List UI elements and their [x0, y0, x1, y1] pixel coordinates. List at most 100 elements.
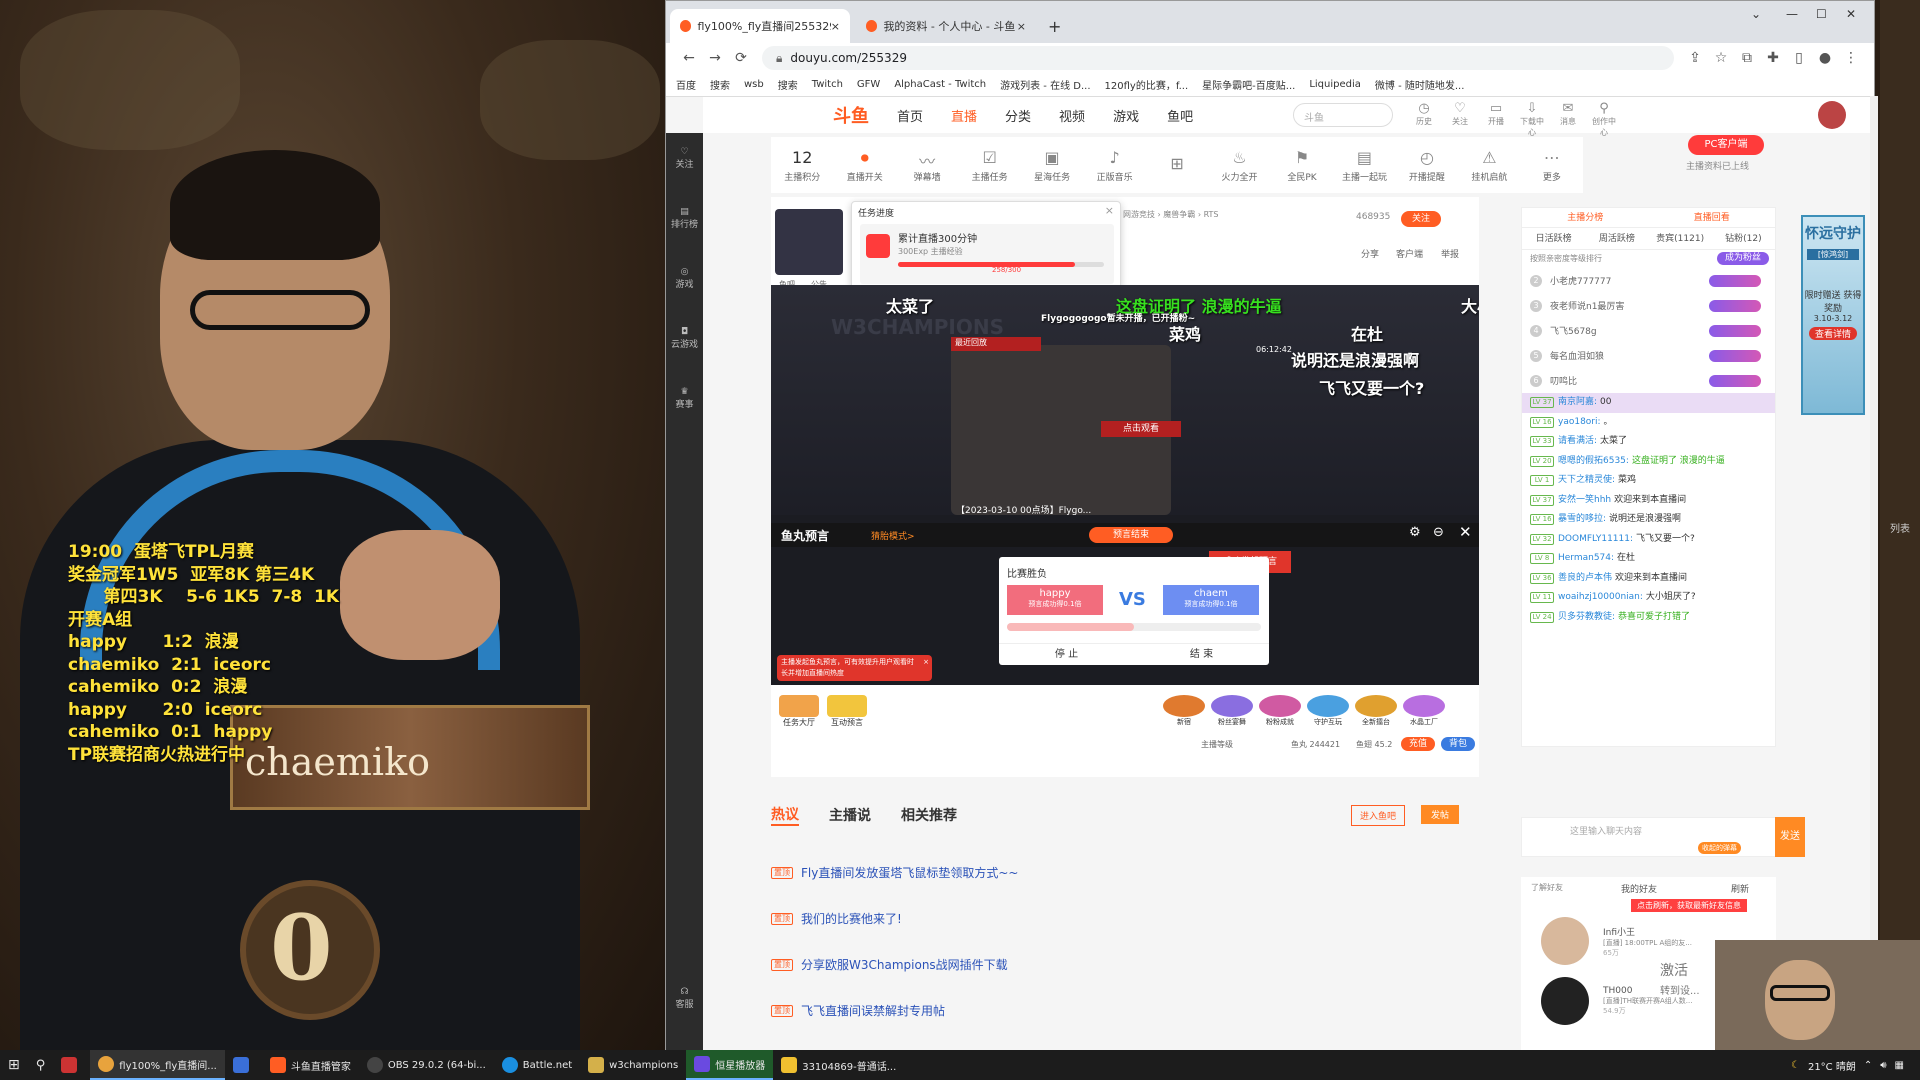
tab-profile[interactable]: 我的资料 - 个人中心 - 斗鱼 ×: [856, 9, 1036, 43]
ad-banner[interactable]: 怀远守护 [惊鸿剑] 限时赠送 获得奖励 3.10-3.12 查看详情: [1801, 215, 1865, 415]
bookmark-item[interactable]: 120fly的比赛，f...: [1105, 77, 1189, 92]
gift-item[interactable]: 守护互玩: [1307, 695, 1349, 727]
network-icon[interactable]: ▦: [1895, 1060, 1904, 1071]
reload-icon[interactable]: ⟳: [728, 50, 754, 66]
nav-category[interactable]: 分类: [1005, 106, 1031, 125]
chat-line[interactable]: LV 20 嗯嗯的假拓6535: 这盘证明了 浪漫的牛逼: [1522, 452, 1775, 472]
close-icon[interactable]: ✕: [1459, 523, 1472, 541]
interactive-predict[interactable]: 互动预言: [827, 695, 867, 728]
star-task[interactable]: ▣ 星海任务: [1021, 148, 1083, 183]
chat-line[interactable]: LV 8 Herman574: 在杜: [1522, 549, 1775, 569]
more-icon[interactable]: ⊖: [1433, 525, 1444, 540]
volume-icon[interactable]: 🔊︎: [1880, 1060, 1886, 1071]
tab-vip[interactable]: 贵宾(1121): [1649, 228, 1712, 249]
settings-icon[interactable]: ⚙: [1409, 525, 1421, 540]
remind[interactable]: ◴ 开播提醒: [1396, 148, 1458, 183]
more[interactable]: ⋯ 更多: [1521, 148, 1583, 183]
recent-replay[interactable]: 最近回放: [951, 337, 1041, 351]
pinned-app-icon[interactable]: [225, 1050, 262, 1080]
rank-row[interactable]: 6 叨鸣比: [1522, 368, 1775, 393]
post-item[interactable]: 置顶 Fly直播间发放蛋塔飞鼠标垫领取方式~~: [771, 864, 1018, 881]
broadcast-icon[interactable]: ▭ 开播: [1483, 101, 1509, 138]
nav-home[interactable]: 首页: [897, 106, 923, 125]
search-icon[interactable]: ⚲: [28, 1050, 54, 1080]
client-link[interactable]: 客户端: [1396, 247, 1423, 260]
bookmark-item[interactable]: 游戏列表 - 在线 D...: [1000, 77, 1090, 92]
start-button[interactable]: ⊞: [0, 1050, 28, 1080]
tab-close-icon[interactable]: ×: [831, 20, 840, 33]
nav-yuba[interactable]: 鱼吧: [1167, 106, 1193, 125]
pk[interactable]: ⚑ 全民PK: [1271, 148, 1333, 183]
sidebar-item-cloudgame[interactable]: ◘ 云游戏: [666, 313, 703, 373]
predict-stop-button[interactable]: 停 止: [999, 644, 1134, 665]
extension-icon[interactable]: ⧉: [1734, 50, 1760, 66]
rank-row[interactable]: 2 小老虎777777: [1522, 268, 1775, 293]
taskbar-battlenet[interactable]: Battle.net: [494, 1050, 580, 1080]
tab-close-icon[interactable]: ×: [1017, 20, 1026, 33]
page-scrollbar[interactable]: [1870, 96, 1878, 1050]
bookmark-item[interactable]: Twitch: [812, 79, 843, 90]
predict-option-chaem[interactable]: chaem 预言成功得0.1倍: [1163, 585, 1259, 615]
sidebar-item-event[interactable]: ♛ 赛事: [666, 373, 703, 433]
bag-button[interactable]: 背包: [1441, 737, 1475, 751]
post-button[interactable]: 发帖: [1421, 805, 1460, 824]
bookmark-item[interactable]: AlphaCast - Twitch: [894, 79, 986, 90]
download-icon[interactable]: ⇩ 下载中心: [1519, 101, 1545, 138]
popover-close-icon[interactable]: ×: [1105, 204, 1114, 217]
bookmark-item[interactable]: 百度: [676, 77, 696, 92]
menu-icon[interactable]: ⋮: [1838, 50, 1864, 66]
rank-row[interactable]: 5 每名血泪如狼: [1522, 343, 1775, 368]
bookmark-item[interactable]: wsb: [744, 79, 764, 90]
post-item[interactable]: 置顶 我们的比赛他来了!: [771, 910, 902, 927]
chat-line[interactable]: LV 16 yao18ori:。: [1522, 413, 1775, 433]
become-fan-button[interactable]: 成为粉丝: [1717, 252, 1769, 265]
chat-line[interactable]: LV 24 贝多芬教教徒: 恭喜可爱子打错了: [1522, 608, 1775, 628]
refresh-button[interactable]: 刷新: [1731, 882, 1749, 895]
taskbar-player[interactable]: 恒星播放器: [686, 1050, 774, 1080]
chat-line[interactable]: LV 37 安然一笑hhh 欢迎来到本直播间: [1522, 491, 1775, 511]
taskbar-douyu[interactable]: 斗鱼直播管家: [262, 1050, 359, 1080]
sidebar-item-game[interactable]: ◎ 游戏: [666, 253, 703, 313]
chat-line[interactable]: LV 32 DOOMFLY11111: 飞飞又要一个?: [1522, 530, 1775, 550]
chat-line[interactable]: LV 36 善良的卢本伟 欢迎来到本直播间: [1522, 569, 1775, 589]
bookmark-item[interactable]: Liquipedia: [1309, 79, 1361, 90]
tab-daily[interactable]: 日活跃榜: [1522, 228, 1585, 249]
tab-search-icon[interactable]: ⌄: [1751, 7, 1761, 21]
douyu-logo[interactable]: 斗鱼: [833, 102, 869, 128]
message-icon[interactable]: ✉ 消息: [1555, 101, 1581, 138]
chat-line[interactable]: LV 11 woaihzj10000nian: 大小姐厌了?: [1522, 588, 1775, 608]
chat-input[interactable]: 这里输入聊天内容 收起的弹幕: [1521, 817, 1776, 857]
predict-finish-button[interactable]: 结 束: [1134, 644, 1269, 665]
gift-item[interactable]: 粉粉成就: [1259, 695, 1301, 727]
follow-icon[interactable]: ♡ 关注: [1447, 101, 1473, 138]
tab-diamond[interactable]: 钻粉(12): [1712, 228, 1775, 249]
tab-hot[interactable]: 热议: [771, 804, 799, 826]
taskbar-w3champions[interactable]: w3champions: [580, 1050, 686, 1080]
site-search-input[interactable]: 斗鱼: [1293, 103, 1393, 127]
fan-tag[interactable]: 收起的弹幕: [1698, 842, 1741, 854]
anchor-avatar[interactable]: [775, 209, 843, 275]
tab-anchor-say[interactable]: 主播说: [829, 805, 871, 825]
tab-related[interactable]: 相关推荐: [901, 805, 957, 825]
chat-line[interactable]: LV 1 天下之精灵使: 菜鸡: [1522, 471, 1775, 491]
tray-icon[interactable]: ⌃: [1864, 1060, 1872, 1071]
bookmark-item[interactable]: 搜索: [710, 77, 730, 92]
tab-rank[interactable]: 主播分榜: [1522, 208, 1649, 227]
history-icon[interactable]: ◷ 历史: [1411, 101, 1437, 138]
nav-video[interactable]: 视频: [1059, 106, 1085, 125]
anchor-task[interactable]: ☑ 主播任务: [958, 148, 1020, 183]
weather-text[interactable]: 21°C 晴朗: [1808, 1058, 1856, 1073]
user-avatar[interactable]: [1818, 101, 1846, 129]
sidebar-item-follow[interactable]: ♡ 关注: [666, 133, 703, 193]
creator-icon[interactable]: ⚲ 创作中心: [1591, 101, 1617, 138]
chat-line[interactable]: LV 37 南京阿嘉: 00: [1522, 393, 1775, 413]
gift[interactable]: ⊞: [1146, 154, 1208, 176]
minimize-button[interactable]: —: [1786, 7, 1798, 21]
rank-row[interactable]: 4 飞飞5678g: [1522, 318, 1775, 343]
share-link[interactable]: 分享: [1361, 247, 1379, 260]
enter-yuba-button[interactable]: 进入鱼吧: [1351, 805, 1406, 826]
pc-client-button[interactable]: PC客户端: [1688, 135, 1764, 155]
profile-icon[interactable]: ●: [1812, 50, 1838, 66]
new-tab-button[interactable]: +: [1038, 9, 1068, 43]
taskbar-obs[interactable]: OBS 29.0.2 (64-bi...: [359, 1050, 494, 1080]
